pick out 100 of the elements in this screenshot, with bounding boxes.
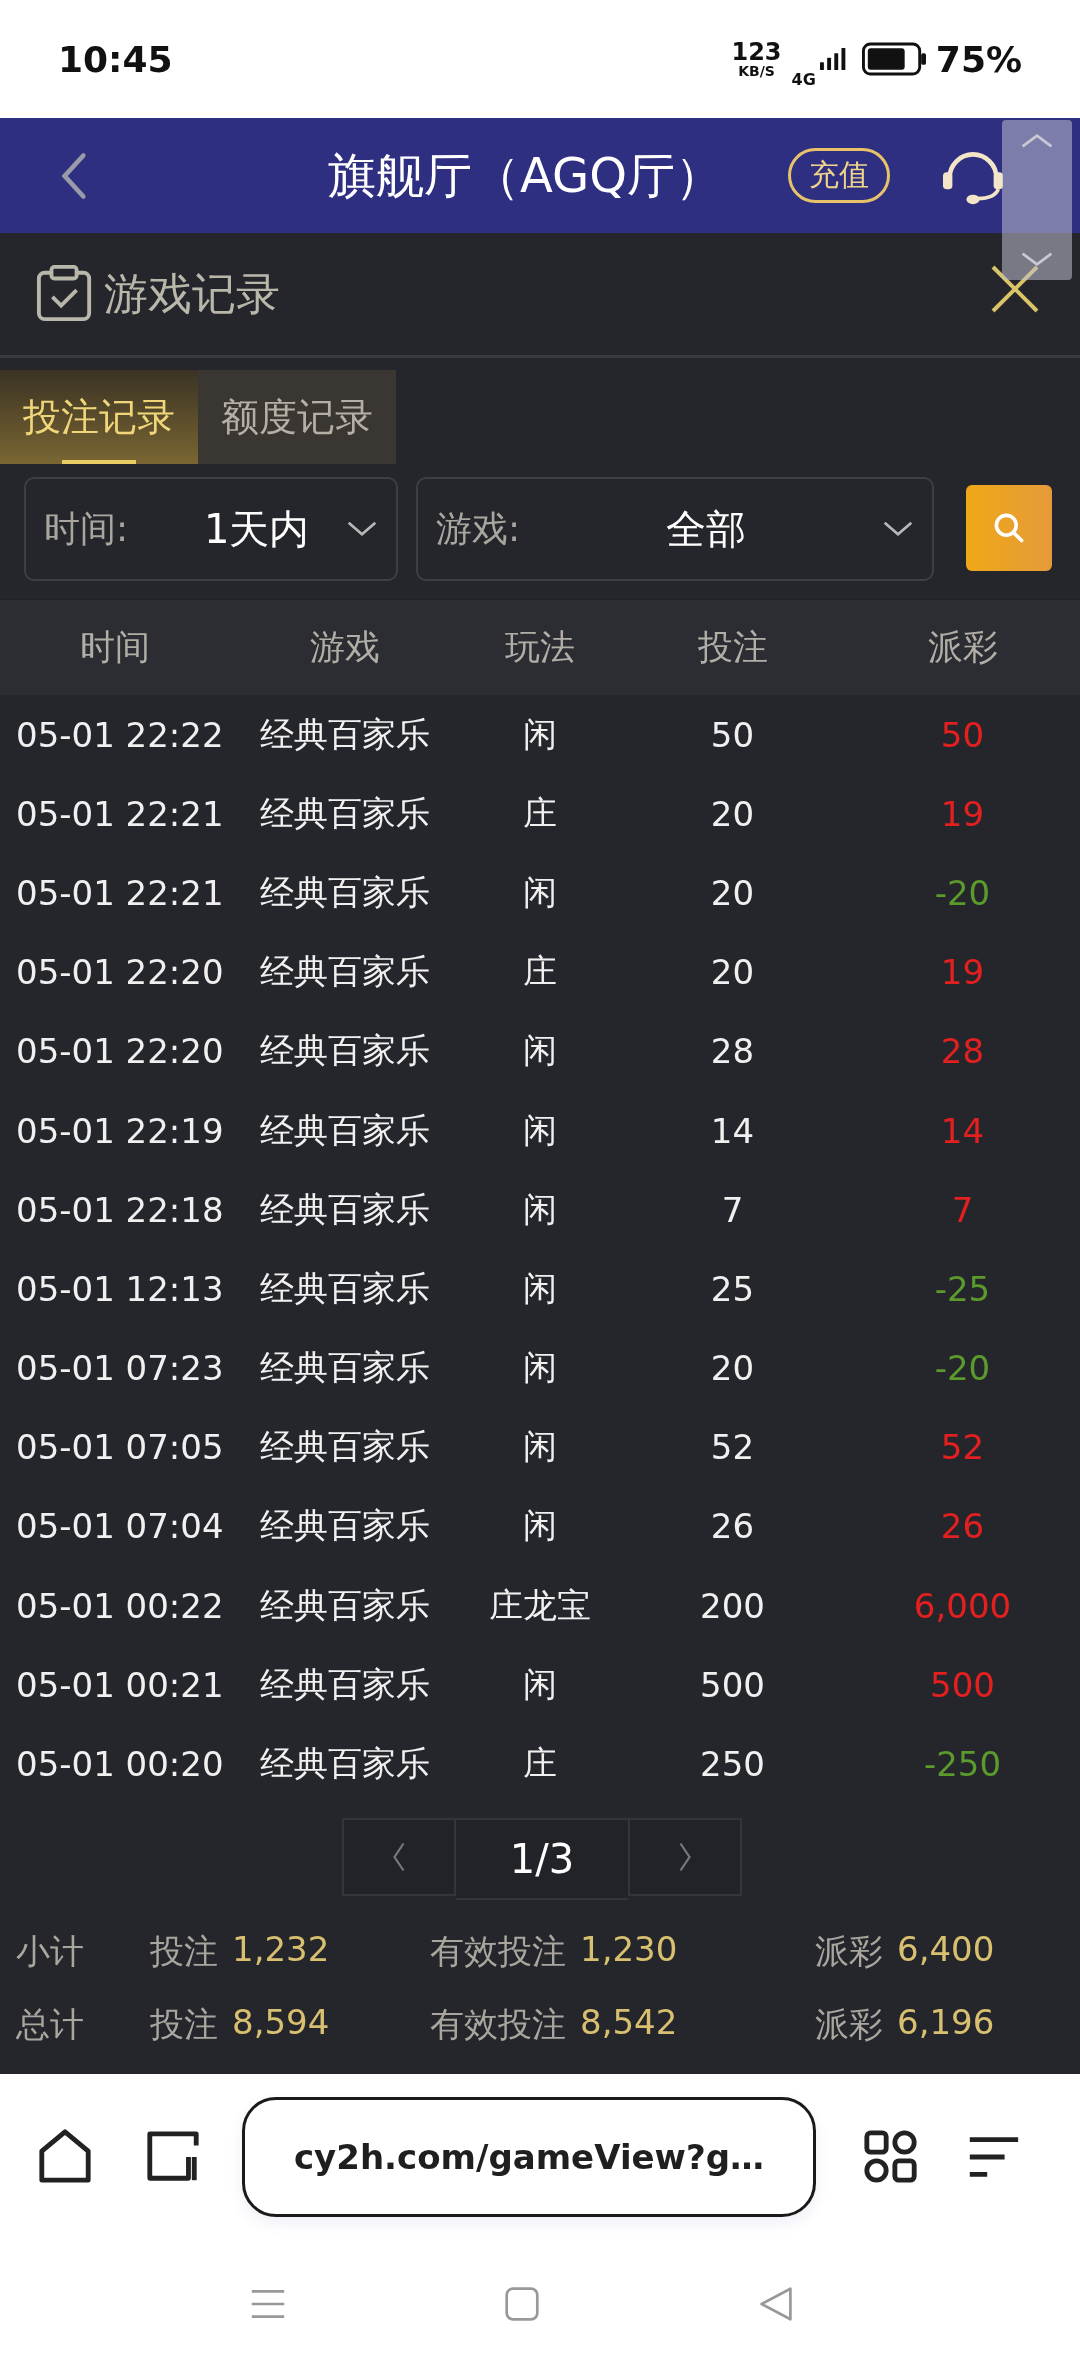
battery-percent: 75% [935,38,1022,80]
table-cell-text: 25 [709,1268,756,1309]
table-cell-text: 19 [939,952,986,993]
back-icon[interactable] [758,2285,794,2322]
table-cell-text: 05-01 22:21 [15,793,225,834]
caret-icon [346,520,378,538]
column-header: 时间 [79,626,151,669]
table-cell-text: 26 [939,1506,986,1547]
table-cell-text: 闲 [522,1346,558,1390]
table-cell-text: 经典百家乐 [259,1266,431,1310]
tab[interactable]: 额度记录 [198,370,396,464]
table-cell-text: 20 [709,1348,756,1389]
table-cell-text: 经典百家乐 [259,791,431,835]
table-cell-text: 05-01 12:13 [15,1268,225,1309]
table-cell-text: 28 [709,1031,756,1072]
table-cell-text: 20 [709,793,756,834]
table-cell-text: 经典百家乐 [259,1583,431,1627]
table-cell-text: 20 [709,872,756,913]
page-title: 旗舰厅（AGQ厅） [328,145,724,205]
table-cell-text: 05-01 07:05 [15,1427,225,1468]
table-cell-text: 闲 [522,1108,558,1152]
status-time: 10:45 [58,38,173,80]
table-cell-text: 闲 [522,1029,558,1073]
table-cell-text: 50 [939,714,986,755]
table-cell-text: 闲 [522,1662,558,1706]
table-cell-text: 14 [709,1110,756,1151]
table-cell-text: 05-01 22:20 [15,1031,225,1072]
table-cell-text: 500 [929,1664,996,1705]
table-cell-text: 经典百家乐 [259,712,431,756]
filter-dropdown[interactable]: 时间: 1天内 [24,477,398,581]
table-cell-text: 05-01 00:21 [15,1664,225,1705]
search-button[interactable] [966,485,1052,571]
table-cell-text: 50 [709,714,756,755]
battery-icon [861,42,926,76]
table-cell-text: 闲 [522,712,558,756]
table-cell-text: 闲 [522,1504,558,1548]
table-cell-text: 250 [699,1744,766,1785]
column-header: 投注 [696,626,769,669]
table-cell-text: 20 [709,952,756,993]
table-cell-text: 05-01 00:22 [15,1585,225,1626]
table-cell-text: 经典百家乐 [259,950,431,994]
close-icon[interactable] [990,264,1040,314]
table-cell-text: 庄 [522,1742,558,1786]
summary-label: 有效投注 [430,2003,566,2047]
summary-label: 派彩 [815,1930,883,1974]
chevron-up-icon[interactable] [1019,132,1055,150]
table-cell-text: 闲 [522,1266,558,1310]
summary-label: 小计 [16,1930,85,1974]
table-cell-text: 经典百家乐 [259,1346,431,1390]
summary-label: 投注 [150,1930,218,1974]
table-cell-text: -25 [933,1268,992,1309]
table-cell-text: 7 [720,1189,745,1230]
table-cell-text: 经典百家乐 [259,1187,431,1231]
table-cell-text: -20 [933,872,992,913]
summary-value: 6,196 [897,2002,995,2045]
home-button-icon[interactable] [504,2285,540,2322]
table-cell-text: 经典百家乐 [259,1662,431,1706]
table-cell-text: 19 [939,793,986,834]
table-cell-text: 7 [950,1189,975,1230]
table-cell-text: 05-01 22:19 [15,1110,225,1151]
table-cell-text: -250 [922,1744,1003,1785]
panel-title: 游戏记录 [104,266,281,321]
table-cell-text: 经典百家乐 [259,1742,431,1786]
table-cell-text: 05-01 07:23 [15,1348,225,1389]
filter-dropdown[interactable]: 游戏: 全部 [416,477,934,581]
tab[interactable]: 投注记录 [0,370,198,464]
back-icon[interactable] [60,150,88,201]
summary-label: 派彩 [815,2003,883,2047]
table-cell-text: 05-01 22:20 [15,952,225,993]
summary-value: 8,594 [232,2002,330,2045]
summary-label: 总计 [16,2003,85,2047]
table-cell-text: 庄龙宝 [488,1583,592,1627]
table-cell-text: 庄 [522,950,558,994]
table-cell-text: -20 [933,1348,992,1389]
network-type: 4G [791,69,816,89]
table-cell-text: 闲 [522,1425,558,1469]
table-cell-text: 05-01 07:04 [15,1506,225,1547]
summary-value: 6,400 [897,1929,995,1972]
column-header: 派彩 [926,626,999,669]
table-cell-text: 经典百家乐 [259,1108,431,1152]
table-cell-text: 26 [709,1506,756,1547]
table-cell-text: 52 [939,1427,986,1468]
table-cell-text: 28 [939,1031,986,1072]
summary-label: 有效投注 [430,1930,566,1974]
summary-value: 8,542 [580,2002,678,2045]
page-indicator: 1/3 [456,1817,628,1900]
summary-label: 投注 [150,2003,218,2047]
column-header: 游戏 [309,626,381,669]
clipboard-check-icon [36,265,94,323]
table-cell-text: 闲 [522,870,558,914]
table-cell-text: 6,000 [912,1585,1013,1626]
table-cell-text: 200 [699,1585,766,1626]
network-speed: 123 KB/S [731,40,782,78]
table-cell-text: 经典百家乐 [259,1425,431,1469]
table-cell-text: 闲 [522,1187,558,1231]
table-cell-text: 05-01 22:22 [15,714,225,755]
table-cell-text: 05-01 00:20 [15,1744,225,1785]
recharge-button[interactable]: 充值 [788,148,890,203]
table-cell-text: 500 [699,1664,766,1705]
url-field[interactable]: cy2h.com/gameView?g… [242,2097,816,2218]
